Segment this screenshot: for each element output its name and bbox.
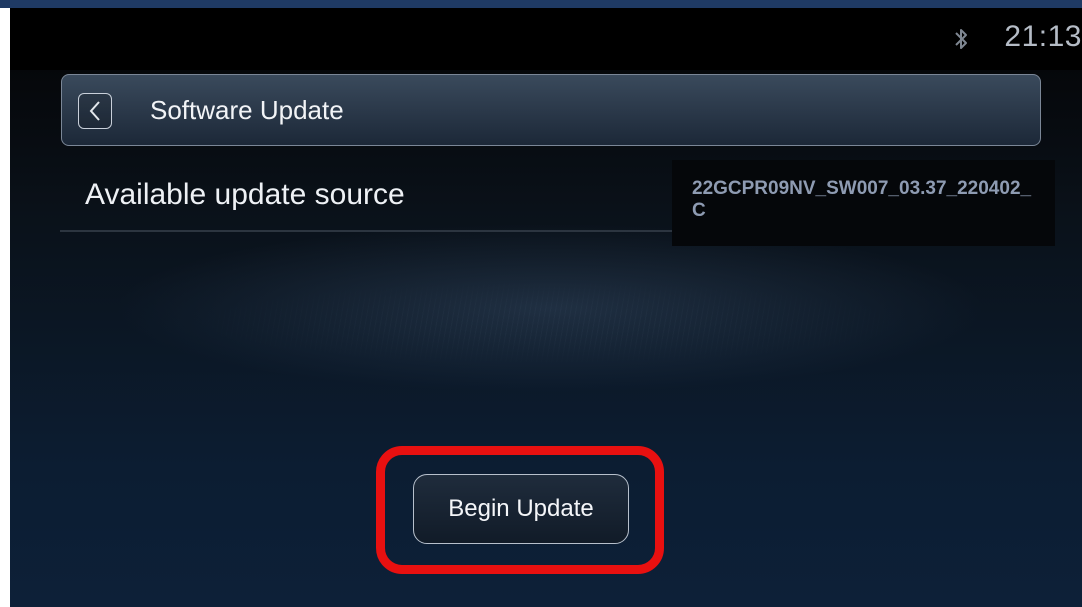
page-header: Software Update	[61, 74, 1041, 146]
update-source-value-box: 22GCPR09NV_SW007_03.37_220402_C	[672, 160, 1055, 246]
head-unit-screen: 21:13 Software Update Available update s…	[10, 8, 1082, 607]
frame-top-border	[0, 0, 1082, 8]
update-source-value: 22GCPR09NV_SW007_03.37_220402_C	[692, 178, 1032, 221]
status-bar: 21:13	[10, 8, 1082, 70]
row-divider	[60, 230, 672, 232]
screenshot-frame: 21:13 Software Update Available update s…	[0, 0, 1082, 607]
begin-update-button[interactable]: Begin Update	[413, 474, 629, 544]
bluetooth-icon	[952, 26, 970, 52]
background-wave-pattern	[10, 263, 1082, 393]
status-clock: 21:13	[1004, 20, 1082, 53]
page-title: Software Update	[150, 95, 344, 125]
chevron-left-icon	[89, 101, 100, 121]
back-button[interactable]	[78, 93, 112, 129]
update-source-label: Available update source	[85, 178, 405, 211]
